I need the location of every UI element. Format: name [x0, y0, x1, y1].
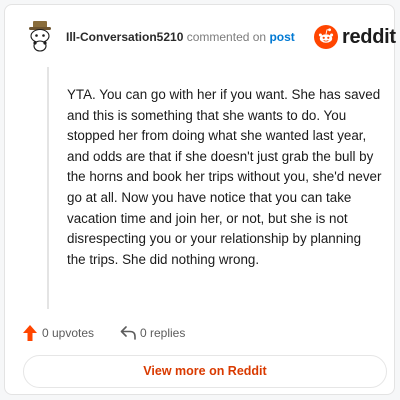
reddit-wordmark: reddit: [342, 26, 396, 48]
reply-arrow-icon: [120, 326, 136, 340]
username-link[interactable]: Ill-Conversation5210: [66, 30, 183, 44]
post-link[interactable]: post: [269, 30, 294, 44]
reddit-snoo-logo-icon: [314, 25, 338, 49]
reply-count: 0 replies: [140, 326, 186, 340]
comment-body: YTA. You can go with her if you want. Sh…: [67, 87, 382, 267]
view-more-button[interactable]: View more on Reddit: [23, 355, 387, 388]
upvote-arrow-icon: [23, 325, 37, 341]
quote-bar: [47, 67, 49, 309]
commented-on-text: commented on: [186, 30, 267, 44]
upvote-count: 0 upvotes: [42, 326, 95, 340]
user-avatar[interactable]: [23, 18, 57, 52]
comment-actions: 0 upvotes 0 replies: [23, 323, 383, 343]
snoo-avatar-icon: [29, 21, 51, 52]
comment-embed-card: Ill-Conversation5210 commented on post r…: [4, 4, 396, 395]
comment-header: Ill-Conversation5210 commented on post r…: [5, 5, 396, 65]
comment-meta: Ill-Conversation5210 commented on post: [66, 30, 295, 44]
